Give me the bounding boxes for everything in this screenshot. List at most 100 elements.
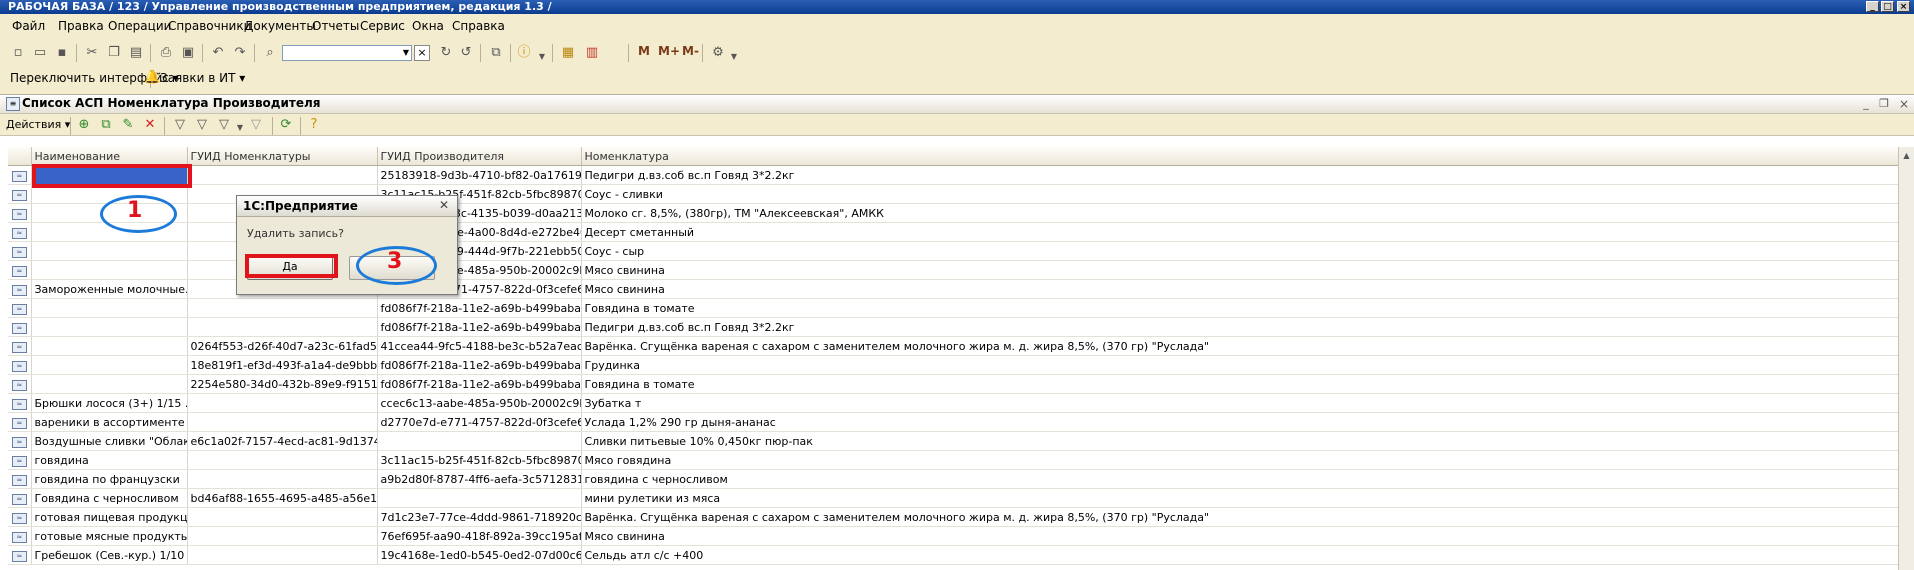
cell-producer-guid[interactable]: 41ccea44-9fc5-4188-be3c-b52a7eac5... xyxy=(377,336,582,356)
table-row[interactable]: ≈ говядина 3c11ac15-b25f-451f-82cb-5fbc898… xyxy=(8,450,1899,470)
cell-name[interactable]: готовые мясные продукты... xyxy=(31,526,188,546)
menu-documents[interactable]: Документы xyxy=(244,19,316,33)
cell-nomenclature[interactable]: Варёнка. Сгущёнка вареная с сахаром с за… xyxy=(581,336,1899,356)
cell-nomenclature-guid[interactable] xyxy=(187,526,378,546)
it-tickets-button[interactable]: Заявки в ИТ ▾ xyxy=(160,71,245,85)
search-icon[interactable]: ⌕ xyxy=(262,45,278,61)
cell-producer-guid[interactable] xyxy=(377,431,582,451)
table-row[interactable]: ≈ Гребешок (Сев.-кур.) 1/10 ... 19c4168e-1… xyxy=(8,545,1899,565)
cell-name[interactable] xyxy=(31,260,188,280)
cell-nomenclature[interactable]: Мясо свинина xyxy=(581,279,1899,299)
cell-name[interactable] xyxy=(31,317,188,337)
actions-menu-button[interactable]: Действия ▾ xyxy=(6,118,70,131)
print-icon[interactable]: ⎙ xyxy=(158,45,174,61)
cell-producer-guid[interactable]: ccec6c13-aabe-485a-950b-20002c9b... xyxy=(377,393,582,413)
cell-name[interactable] xyxy=(31,355,188,375)
cell-nomenclature-guid[interactable] xyxy=(187,507,378,527)
column-header-producer-guid[interactable]: ГУИД Производителя xyxy=(377,147,582,166)
cell-producer-guid[interactable]: 25183918-9d3b-4710-bf82-0a176191c... xyxy=(377,165,582,185)
search-input[interactable] xyxy=(282,45,412,61)
find-prev-icon[interactable]: ↺ xyxy=(458,45,474,61)
column-header-nomenclature-guid[interactable]: ГУИД Номенклатуры xyxy=(187,147,378,166)
vertical-scrollbar[interactable]: ▲ xyxy=(1898,147,1914,570)
table-row[interactable]: ≈25183918-9d3b-4710-bf82-0a176191c...Пед… xyxy=(8,165,1899,185)
menu-edit[interactable]: Правка xyxy=(58,19,104,33)
cell-producer-guid[interactable]: 19c4168e-1ed0-b545-0ed2-07d00c60... xyxy=(377,545,582,565)
cell-nomenclature[interactable]: Мясо свинина xyxy=(581,526,1899,546)
refresh-icon[interactable]: ⟳ xyxy=(278,117,294,133)
cell-producer-guid[interactable]: 76ef695f-aa90-418f-892a-39cc195afd11 xyxy=(377,526,582,546)
cell-nomenclature-guid[interactable] xyxy=(187,545,378,565)
cell-nomenclature[interactable]: Десерт сметанный xyxy=(581,222,1899,242)
cell-nomenclature[interactable]: говядина с черносливом xyxy=(581,469,1899,489)
cell-nomenclature-guid[interactable] xyxy=(187,165,378,185)
table-row[interactable]: ≈ Воздушные сливки "Облак... e6c1a02f-7157… xyxy=(8,431,1899,451)
filter-by-value-icon[interactable]: ▽ xyxy=(194,117,210,133)
table-row[interactable]: ≈ fd086f7f-218a-11e2-a69b-b499babae7...Пе… xyxy=(8,317,1899,337)
cell-nomenclature-guid[interactable]: 18e819f1-ef3d-493f-a1a4-de9bbb7c... xyxy=(187,355,378,375)
filter-icon[interactable]: ▽ xyxy=(172,117,188,133)
cell-nomenclature-guid[interactable] xyxy=(187,469,378,489)
cell-nomenclature[interactable]: Сливки питьевые 10% 0,450кг пюр-пак xyxy=(581,431,1899,451)
cell-nomenclature[interactable]: Соус - сыр xyxy=(581,241,1899,261)
chevron-down-icon[interactable]: ▼ xyxy=(400,46,412,60)
menu-catalogs[interactable]: Справочники xyxy=(168,19,251,33)
cell-nomenclature[interactable]: Услада 1,2% 290 гр дыня-ананас xyxy=(581,412,1899,432)
clear-search-button[interactable]: × xyxy=(414,45,430,61)
cell-producer-guid[interactable]: 7d1c23e7-77ce-4ddd-9861-718920cfe... xyxy=(377,507,582,527)
memory-plus-button[interactable]: M+ xyxy=(658,44,680,58)
cell-producer-guid[interactable]: fd086f7f-218a-11e2-a69b-b499babae7... xyxy=(377,355,582,375)
cell-name[interactable]: Воздушные сливки "Облак... xyxy=(31,431,188,451)
form-close-icon[interactable]: × xyxy=(1896,96,1912,112)
cell-nomenclature-guid[interactable] xyxy=(187,393,378,413)
cell-nomenclature-guid[interactable] xyxy=(187,298,378,318)
copy-icon[interactable]: ❐ xyxy=(106,45,122,61)
cell-name[interactable] xyxy=(31,374,188,394)
cell-nomenclature[interactable]: Говядина в томате xyxy=(581,298,1899,318)
chevron-down-icon[interactable]: ▼ xyxy=(726,49,742,65)
menu-operations[interactable]: Операции xyxy=(108,19,171,33)
memory-minus-button[interactable]: M- xyxy=(682,44,699,58)
table-row[interactable]: ≈2254e580-34d0-432b-89e9-f915118...fd086… xyxy=(8,374,1899,394)
cell-nomenclature[interactable]: Зубатка т xyxy=(581,393,1899,413)
cell-producer-guid[interactable]: fd086f7f-218a-11e2-a69b-b499babae7... xyxy=(377,317,582,337)
cell-name[interactable] xyxy=(31,336,188,356)
copy-item-icon[interactable]: ⧉ xyxy=(98,117,114,133)
cell-name[interactable] xyxy=(31,241,188,261)
column-header-name[interactable]: Наименование xyxy=(31,147,188,166)
cell-nomenclature-guid[interactable] xyxy=(187,450,378,470)
table-row[interactable]: ≈0264f553-d26f-40d7-a23c-61fad5fe...41cc… xyxy=(8,336,1899,356)
cell-name[interactable]: говядина xyxy=(31,450,188,470)
cell-name[interactable]: готовая пищевая продукц... xyxy=(31,507,188,527)
table-row[interactable]: ≈18e819f1-ef3d-493f-a1a4-de9bbb7c...fd08… xyxy=(8,355,1899,375)
clear-filter-icon[interactable]: ▽ xyxy=(248,117,264,133)
table-row[interactable]: ≈ Говядина с черносливом bd46af88-1655-469… xyxy=(8,488,1899,508)
cell-producer-guid[interactable]: a9b2d80f-8787-4ff6-aefa-3c5712831cca xyxy=(377,469,582,489)
dialog-close-icon[interactable]: ✕ xyxy=(439,198,449,212)
open-folder-icon[interactable]: ▭ xyxy=(32,45,48,61)
new-document-icon[interactable]: ▫ xyxy=(10,45,26,61)
cell-nomenclature-guid[interactable] xyxy=(187,412,378,432)
cell-nomenclature[interactable]: Педигри д.вз.соб вс.п Говяд 3*2.2кг xyxy=(581,165,1899,185)
help-icon[interactable]: ? xyxy=(306,117,322,133)
table-row[interactable]: ≈ готовые мясные продукты... 76ef695f-aa90… xyxy=(8,526,1899,546)
find-next-icon[interactable]: ↻ xyxy=(438,45,454,61)
settings-icon[interactable]: ⚙ xyxy=(710,45,726,61)
cell-producer-guid[interactable]: fd086f7f-218a-11e2-a69b-b499babae7... xyxy=(377,374,582,394)
cell-nomenclature[interactable]: Сельдь атл с/с +400 xyxy=(581,545,1899,565)
close-window-button[interactable]: × xyxy=(1897,1,1910,12)
chevron-down-icon[interactable]: ▼ xyxy=(232,120,248,136)
cell-nomenclature[interactable]: Педигри д.вз.соб вс.п Говяд 3*2.2кг xyxy=(581,317,1899,337)
windows-icon[interactable]: ⧉ xyxy=(488,45,504,61)
menu-help[interactable]: Справка xyxy=(452,19,505,33)
calculator-icon[interactable]: ▦ xyxy=(560,45,576,61)
chevron-down-icon[interactable]: ▼ xyxy=(534,49,550,65)
cell-producer-guid[interactable]: d2770e7d-e771-4757-822d-0f3cefe61... xyxy=(377,412,582,432)
filter-list-icon[interactable]: ▽ xyxy=(216,117,232,133)
cell-producer-guid[interactable]: fd086f7f-218a-11e2-a69b-b499babae7... xyxy=(377,298,582,318)
scroll-up-icon[interactable]: ▲ xyxy=(1899,151,1914,160)
memory-button[interactable]: M xyxy=(638,44,650,58)
form-minimize-icon[interactable]: _ xyxy=(1858,96,1874,112)
preview-icon[interactable]: ▣ xyxy=(180,45,196,61)
column-header-nomenclature[interactable]: Номенклатура xyxy=(581,147,1899,166)
